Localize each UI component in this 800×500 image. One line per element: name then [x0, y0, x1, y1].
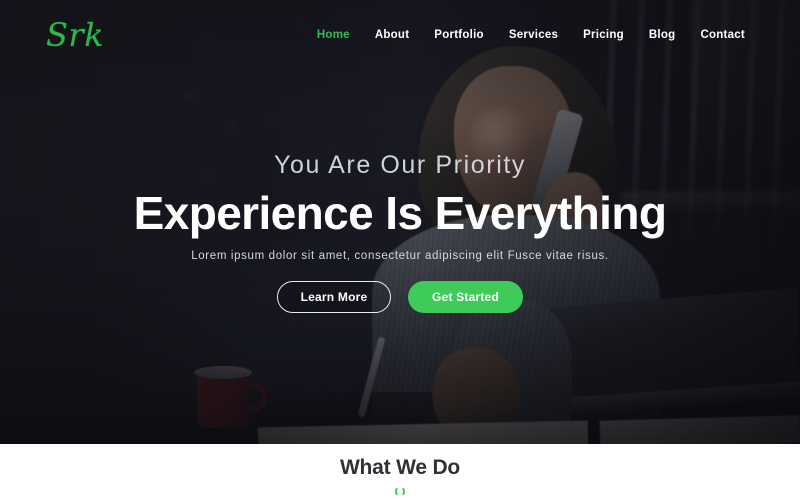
nav-item-contact[interactable]: Contact [700, 29, 745, 41]
hero-subtitle: You Are Our Priority [273, 151, 526, 179]
nav-item-services[interactable]: Services [509, 29, 558, 41]
get-started-button[interactable]: Get Started [408, 281, 523, 314]
nav-item-pricing[interactable]: Pricing [583, 29, 624, 41]
main-navigation: Home About Portfolio Services Pricing Bl… [317, 29, 745, 41]
hero-content: You Are Our Priority Experience Is Every… [0, 151, 800, 314]
site-header: Srk Home About Portfolio Services Pricin… [0, 0, 800, 70]
nav-item-home[interactable]: Home [317, 29, 350, 41]
nav-item-blog[interactable]: Blog [649, 29, 676, 41]
nav-item-portfolio[interactable]: Portfolio [434, 29, 484, 41]
nav-item-about[interactable]: About [375, 29, 409, 41]
hero-section: Srk Home About Portfolio Services Pricin… [0, 0, 800, 444]
what-we-do-section: What We Do Lorem ipsum dolor sit amet [0, 444, 800, 500]
learn-more-button[interactable]: Learn More [277, 281, 391, 314]
divider-icon [395, 486, 405, 497]
hero-title: Experience Is Everything [133, 186, 667, 239]
section-heading: What We Do [339, 456, 461, 479]
hero-paragraph: Lorem ipsum dolor sit amet, consectetur … [191, 250, 609, 263]
site-logo[interactable]: Srk [46, 19, 104, 51]
hero-actions: Learn More Get Started [0, 281, 800, 314]
